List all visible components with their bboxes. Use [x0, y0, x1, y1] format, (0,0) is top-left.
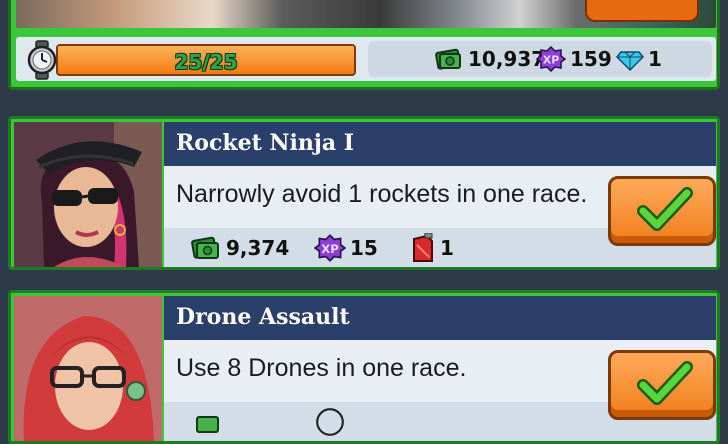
- top-status-panel: 25/25 10,937 XP 159 1: [8, 0, 720, 90]
- reward-cash: [190, 408, 222, 436]
- xp-badge-icon: [316, 408, 344, 436]
- status-bar: 25/25 10,937 XP 159 1: [16, 37, 716, 81]
- xp-counter: XP 159: [536, 46, 612, 72]
- energy-bar: 25/25: [56, 44, 356, 76]
- claim-reward-button[interactable]: [608, 176, 716, 246]
- reward-fuel: 1: [410, 233, 454, 262]
- cash-value: 10,937: [468, 47, 546, 71]
- fuel-can-icon: [413, 233, 433, 262]
- diamond-icon: [616, 51, 644, 72]
- character-portrait: [14, 296, 162, 441]
- banner-button-partial[interactable]: [585, 0, 699, 22]
- stopwatch-icon: [27, 40, 57, 80]
- currency-display: 10,937 XP 159 1: [368, 41, 712, 77]
- cash-counter: 10,937: [434, 46, 545, 72]
- xp-badge-icon: XP: [314, 234, 346, 262]
- quest-card: Rocket Ninja I Narrowly avoid 1 rockets …: [8, 116, 720, 270]
- character-portrait-art: [14, 296, 162, 441]
- reward-fuel-value: 1: [440, 236, 454, 260]
- quest-description: Use 8 Drones in one race.: [176, 354, 467, 382]
- quest-description: Narrowly avoid 1 rockets in one race.: [176, 180, 588, 208]
- xp-badge-text: XP: [321, 242, 339, 256]
- reward-xp: XP 15: [314, 234, 378, 262]
- quest-title-bar: Rocket Ninja I: [164, 122, 716, 166]
- quest-title: Rocket Ninja I: [176, 130, 355, 156]
- checkmark-icon: [637, 361, 693, 405]
- quest-card: Drone Assault Use 8 Drones in one race.: [8, 290, 720, 444]
- cash-icon: [196, 416, 219, 433]
- energy-count: 25/25: [174, 50, 238, 74]
- gem-counter: 1: [616, 46, 662, 72]
- xp-badge-icon: XP: [536, 46, 566, 72]
- reward-cash-value: 9,374: [226, 236, 290, 260]
- xp-badge-text: XP: [543, 54, 560, 67]
- character-portrait: [14, 122, 162, 267]
- quest-body: Narrowly avoid 1 rockets in one race. 9,…: [164, 166, 716, 267]
- gem-value: 1: [648, 47, 662, 71]
- cash-icon: [191, 236, 219, 259]
- cash-icon: [435, 48, 461, 70]
- reward-cash: 9,374: [190, 234, 289, 262]
- quest-title-bar: Drone Assault: [164, 296, 716, 340]
- character-portrait-art: [14, 122, 162, 267]
- checkmark-icon: [637, 187, 693, 231]
- xp-value: 159: [570, 47, 612, 71]
- quest-title: Drone Assault: [176, 304, 350, 330]
- reward-xp: [314, 408, 346, 436]
- quest-body: Use 8 Drones in one race.: [164, 340, 716, 441]
- reward-xp-value: 15: [350, 236, 378, 260]
